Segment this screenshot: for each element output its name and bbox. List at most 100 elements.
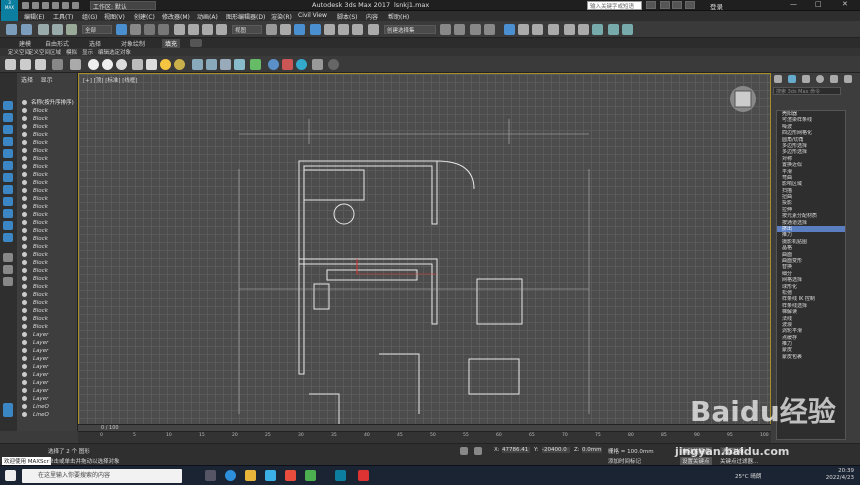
scene-row[interactable]: Block — [17, 139, 77, 147]
scene-row[interactable]: LineO — [17, 403, 77, 411]
circle-icon[interactable] — [116, 59, 127, 70]
tab-populate[interactable]: 填充 — [162, 39, 181, 48]
toggle-layer-explorer-icon[interactable] — [484, 24, 495, 35]
invert-filter-icon[interactable] — [3, 277, 13, 286]
scene-row[interactable]: Layer — [17, 363, 77, 371]
menu-civil-view[interactable]: Civil View — [298, 12, 327, 19]
menu-views[interactable]: 视图(V) — [104, 12, 125, 21]
project-icon[interactable] — [72, 2, 79, 9]
scene-row[interactable]: Layer — [17, 347, 77, 355]
xrefs-filter-icon[interactable] — [3, 221, 13, 230]
named-selection-dropdown[interactable]: 创建选择集 — [384, 25, 436, 34]
shapes-filter-icon[interactable] — [3, 149, 13, 158]
edit-icon[interactable] — [70, 59, 81, 70]
scene-row[interactable]: Block — [17, 179, 77, 187]
file-explorer-icon[interactable] — [245, 470, 256, 481]
align-icon[interactable] — [454, 24, 465, 35]
scene-row[interactable]: Block — [17, 187, 77, 195]
app-logo[interactable]: 3 MAX — [1, 0, 18, 21]
curve-editor-icon[interactable] — [518, 24, 529, 35]
x-coordinate[interactable]: 47786.41 — [502, 447, 530, 453]
unlink-icon[interactable] — [52, 24, 63, 35]
layer-icon[interactable] — [3, 403, 13, 417]
walker-icon[interactable] — [234, 59, 245, 70]
a360-render-icon[interactable] — [622, 24, 633, 35]
favorites-icon[interactable] — [660, 1, 670, 9]
z-coordinate[interactable]: 0.0mm — [582, 447, 602, 453]
sphere-icon[interactable] — [88, 59, 99, 70]
ribbon-options-icon[interactable] — [190, 39, 202, 47]
scene-column-header[interactable]: 名称(按升序排序) — [17, 99, 77, 107]
select-by-name-icon[interactable] — [130, 24, 141, 35]
edit-named-sel-icon[interactable] — [368, 24, 379, 35]
all-filter-icon[interactable] — [3, 253, 13, 262]
ribbon-simulate[interactable]: 模拟 — [66, 48, 77, 56]
wechat-icon[interactable] — [305, 470, 316, 481]
ribbon-define-flows[interactable]: 定义空间 — [8, 48, 30, 56]
selection-filter-dropdown[interactable]: 全部 — [82, 25, 112, 34]
key-filters-button[interactable]: 关键点过滤器... — [720, 457, 758, 465]
menu-scripting[interactable]: 脚本(S) — [337, 12, 358, 21]
ribbon-edit-selected[interactable]: 编辑选定对象 — [98, 48, 131, 56]
create-tab-icon[interactable] — [774, 75, 782, 83]
schematic-view-icon[interactable] — [532, 24, 543, 35]
scene-row[interactable]: Block — [17, 131, 77, 139]
scene-row[interactable]: Block — [17, 171, 77, 179]
tree-icon[interactable] — [250, 59, 261, 70]
help-icon[interactable] — [328, 59, 339, 70]
redo-icon[interactable] — [21, 24, 32, 35]
selection-region-icon[interactable] — [144, 24, 155, 35]
teapot-icon[interactable] — [296, 59, 307, 70]
scene-row[interactable]: Block — [17, 227, 77, 235]
light-icon[interactable] — [174, 59, 185, 70]
isolate-icon[interactable] — [474, 447, 482, 455]
menu-help[interactable]: 帮助(H) — [388, 12, 409, 21]
scene-row[interactable]: Block — [17, 219, 77, 227]
app-icon[interactable] — [285, 470, 296, 481]
people-icon[interactable] — [220, 59, 231, 70]
select-manipulate-icon[interactable] — [280, 24, 291, 35]
none-filter-icon[interactable] — [3, 265, 13, 274]
menu-create[interactable]: 创建(C) — [134, 12, 155, 21]
scale-icon[interactable] — [202, 24, 213, 35]
box-icon[interactable] — [132, 59, 143, 70]
rotate-icon[interactable] — [188, 24, 199, 35]
hair-icon[interactable] — [192, 59, 203, 70]
link-icon[interactable] — [38, 24, 49, 35]
select-tool-icon[interactable] — [3, 101, 13, 110]
search-input[interactable]: 输入关键字或短语 — [587, 1, 642, 10]
render-iterative-icon[interactable] — [608, 24, 619, 35]
viewcube[interactable] — [730, 86, 756, 112]
ellipse-icon[interactable] — [102, 59, 113, 70]
motion-tab-icon[interactable] — [816, 75, 824, 83]
scene-row[interactable]: Block — [17, 243, 77, 251]
keyboard-shortcut-icon[interactable] — [294, 24, 305, 35]
scene-row[interactable]: Block — [17, 211, 77, 219]
hierarchy-tab-icon[interactable] — [802, 75, 810, 83]
toggle-scene-explorer-icon[interactable] — [470, 24, 481, 35]
scene-tab-select[interactable]: 选择 — [21, 77, 33, 84]
scene-row[interactable]: Block — [17, 259, 77, 267]
workspace-dropdown[interactable]: 工作区: 默认 — [90, 1, 156, 11]
menu-edit[interactable]: 编辑(E) — [24, 12, 44, 21]
filter-tool-icon[interactable] — [3, 125, 13, 134]
maximize-button[interactable]: □ — [815, 0, 822, 8]
scene-row[interactable]: Block — [17, 267, 77, 275]
spacewarps-filter-icon[interactable] — [3, 197, 13, 206]
scene-row[interactable]: Block — [17, 115, 77, 123]
sun-icon[interactable] — [160, 59, 171, 70]
login-link[interactable]: 登录 — [710, 1, 723, 11]
globe-icon[interactable] — [268, 59, 279, 70]
archive-icon[interactable] — [312, 59, 323, 70]
area-icon[interactable] — [35, 59, 46, 70]
scene-row[interactable]: LineO — [17, 411, 77, 419]
scene-row[interactable]: Layer — [17, 331, 77, 339]
scene-row[interactable]: Block — [17, 163, 77, 171]
scene-row[interactable]: Layer — [17, 379, 77, 387]
lock-icon[interactable] — [460, 447, 468, 455]
menu-content[interactable]: 内容 — [366, 12, 378, 21]
scene-row[interactable]: Block — [17, 195, 77, 203]
pivot-center-icon[interactable] — [266, 24, 277, 35]
scene-row[interactable]: Layer — [17, 371, 77, 379]
flow-icon[interactable] — [20, 59, 31, 70]
